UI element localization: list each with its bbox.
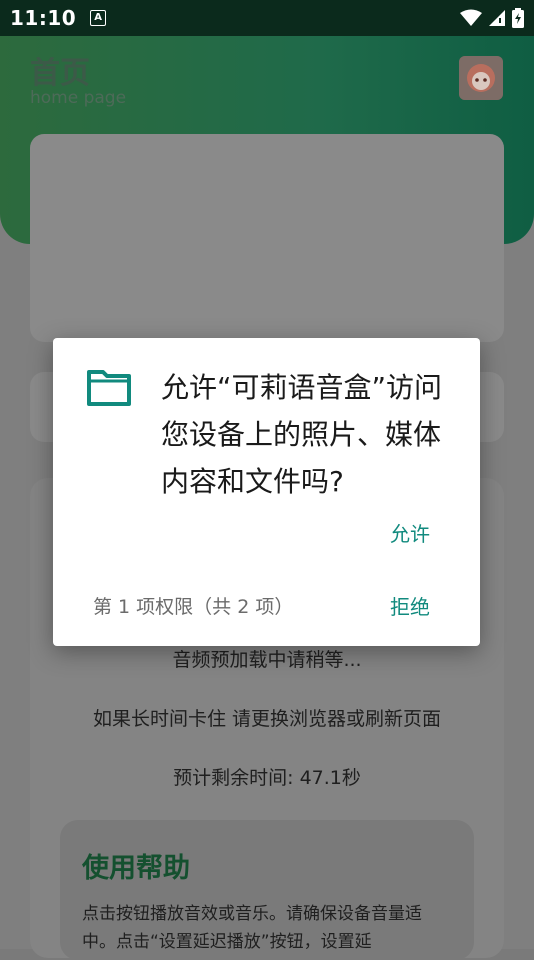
dialog-message: 允许“可莉语音盒”访问您设备上的照片、媒体内容和文件吗? — [161, 371, 443, 498]
status-icons — [460, 8, 524, 28]
status-time: 11:10 — [10, 6, 77, 30]
hint-text: 如果长时间卡住 请更换浏览器或刷新页面 — [92, 708, 442, 730]
eta-text: 预计剩余时间: 47.1秒 — [173, 767, 361, 789]
avatar[interactable] — [459, 56, 503, 100]
page-subtitle: home page — [30, 88, 127, 108]
page-title: 首页 — [30, 56, 90, 91]
allow-button[interactable]: 允许 — [390, 518, 430, 547]
loading-text: 音频预加载中请稍等... — [172, 649, 362, 671]
notification-a-icon: A — [90, 10, 107, 26]
status-bar: 11:10 A — [0, 0, 534, 36]
battery-icon — [512, 8, 524, 28]
deny-button[interactable]: 拒绝 — [390, 591, 430, 620]
help-body: 点击按钮播放音效或音乐。请确保设备音量适中。点击“设置延迟播放”按钮，设置延 — [82, 904, 422, 952]
permission-dialog: 允许“可莉语音盒”访问您设备上的照片、媒体内容和文件吗? 允许 第 1 项权限（… — [53, 338, 480, 646]
permission-count: 第 1 项权限（共 2 项） — [93, 596, 294, 618]
avatar-image-icon — [459, 56, 503, 100]
wifi-icon — [460, 9, 482, 26]
folder-icon — [87, 370, 131, 406]
signal-icon — [489, 10, 505, 26]
banner-card — [30, 134, 504, 342]
help-title: 使用帮助 — [82, 853, 190, 884]
